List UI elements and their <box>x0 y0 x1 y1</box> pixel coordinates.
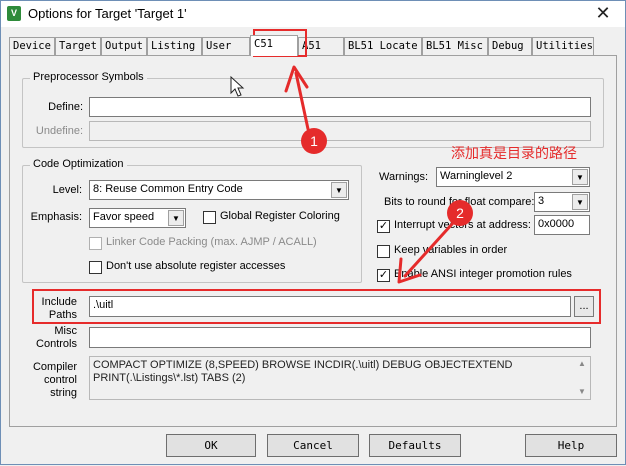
define-input[interactable] <box>89 97 591 117</box>
tab-c51[interactable]: C51 <box>250 35 298 56</box>
interrupt-vectors-address-input[interactable]: 0x0000 <box>534 215 590 235</box>
level-select[interactable]: 8: Reuse Common Entry Code ▼ <box>89 180 349 200</box>
global-register-coloring-label: Global Register Coloring <box>220 210 340 222</box>
tab-output[interactable]: Output <box>101 37 147 56</box>
chevron-down-icon: ▼ <box>572 194 588 210</box>
undefine-label: Undefine: <box>35 125 83 137</box>
bits-round-select[interactable]: 3 ▼ <box>534 192 590 212</box>
annotation-note: 添加真是目录的路径 <box>451 145 577 161</box>
define-label: Define: <box>48 101 83 113</box>
tab-bl51-misc[interactable]: BL51 Misc <box>422 37 488 56</box>
compiler-control-label-line3: string <box>50 387 77 399</box>
options-dialog: V Options for Target 'Target 1' ✕ Device… <box>0 0 626 465</box>
tab-debug[interactable]: Debug <box>488 37 532 56</box>
misc-controls-label-line1: Misc <box>54 325 77 337</box>
interrupt-vectors-checkbox[interactable]: ✓ <box>377 220 390 233</box>
linker-code-packing-checkbox[interactable] <box>89 237 102 250</box>
code-optimization-group-title: Code Optimization <box>30 158 127 170</box>
level-label: Level: <box>52 184 82 196</box>
tab-bl51-locate[interactable]: BL51 Locate <box>344 37 422 56</box>
preprocessor-group-title: Preprocessor Symbols <box>30 71 147 83</box>
title-bar: V Options for Target 'Target 1' ✕ <box>1 1 625 27</box>
tab-target[interactable]: Target <box>55 37 101 56</box>
bits-round-value: 3 <box>538 195 545 207</box>
ansi-promotion-checkbox[interactable]: ✓ <box>377 269 390 282</box>
tab-utilities[interactable]: Utilities <box>532 37 594 56</box>
compiler-control-label-line1: Compiler <box>32 361 77 373</box>
tab-listing[interactable]: Listing <box>147 37 202 56</box>
emphasis-label: Emphasis: <box>30 211 82 223</box>
keep-variables-label: Keep variables in order <box>394 244 508 256</box>
misc-controls-input[interactable] <box>89 327 591 348</box>
scroll-down-icon[interactable]: ▼ <box>575 385 589 399</box>
tab-user[interactable]: User <box>202 37 250 56</box>
ok-button[interactable]: OK <box>166 434 256 457</box>
keil-app-icon: V <box>7 6 21 21</box>
ansi-promotion-label: Enable ANSI integer promotion rules <box>394 268 572 280</box>
tab-device[interactable]: Device <box>9 37 55 56</box>
close-icon[interactable]: ✕ <box>593 3 613 23</box>
misc-controls-label: Misc Controls <box>21 325 77 351</box>
misc-controls-label-line2: Controls <box>36 338 77 350</box>
linker-code-packing-label: Linker Code Packing (max. AJMP / ACALL) <box>106 236 317 248</box>
emphasis-value: Favor speed <box>93 211 155 223</box>
include-paths-highlight-box <box>32 289 601 324</box>
compiler-control-label-line2: control <box>43 374 77 386</box>
warnings-select[interactable]: Warninglevel 2 ▼ <box>436 167 590 187</box>
chevron-down-icon: ▼ <box>168 210 184 226</box>
no-absolute-register-label: Don't use absolute register accesses <box>106 260 286 272</box>
keep-variables-checkbox[interactable] <box>377 245 390 258</box>
no-absolute-register-checkbox[interactable] <box>89 261 102 274</box>
compiler-control-string: COMPACT OPTIMIZE (8,SPEED) BROWSE INCDIR… <box>89 356 591 400</box>
emphasis-select[interactable]: Favor speed ▼ <box>89 208 186 228</box>
compiler-control-label: Compiler control string <box>21 361 77 400</box>
compiler-control-scrollbar[interactable]: ▲ ▼ <box>575 357 589 399</box>
chevron-down-icon: ▼ <box>331 182 347 198</box>
level-value: 8: Reuse Common Entry Code <box>93 183 243 195</box>
defaults-button[interactable]: Defaults <box>369 434 461 457</box>
undefine-input[interactable] <box>89 121 591 141</box>
warnings-label: Warnings: <box>379 171 429 183</box>
window-title: Options for Target 'Target 1' <box>28 6 187 21</box>
global-register-coloring-checkbox[interactable] <box>203 211 216 224</box>
annotation-badge-2: 2 <box>447 200 473 226</box>
chevron-down-icon: ▼ <box>572 169 588 185</box>
help-button[interactable]: Help <box>525 434 617 457</box>
scroll-up-icon[interactable]: ▲ <box>575 357 589 371</box>
annotation-badge-1: 1 <box>301 128 327 154</box>
cancel-button[interactable]: Cancel <box>267 434 359 457</box>
warnings-value: Warninglevel 2 <box>440 170 513 182</box>
